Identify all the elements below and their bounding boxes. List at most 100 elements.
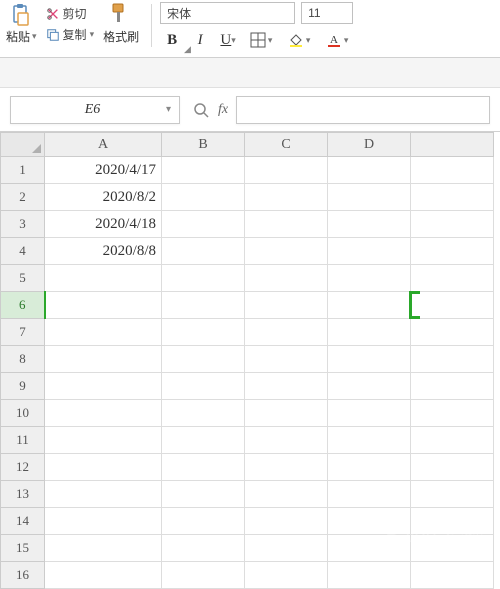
row-header[interactable]: 2 <box>1 184 45 211</box>
cell[interactable] <box>328 238 411 265</box>
cell[interactable] <box>162 319 245 346</box>
cell[interactable] <box>245 400 328 427</box>
cell[interactable] <box>328 211 411 238</box>
row-header[interactable]: 5 <box>1 265 45 292</box>
row-header[interactable]: 16 <box>1 562 45 589</box>
cell[interactable] <box>245 238 328 265</box>
cell[interactable] <box>45 265 162 292</box>
cell[interactable] <box>162 346 245 373</box>
cell[interactable] <box>328 508 411 535</box>
cell[interactable] <box>411 346 494 373</box>
cell[interactable] <box>328 292 411 319</box>
cell[interactable]: 2020/4/18 <box>45 211 162 238</box>
row-header[interactable]: 10 <box>1 400 45 427</box>
cell[interactable] <box>328 157 411 184</box>
cell[interactable]: 2020/4/17 <box>45 157 162 184</box>
font-name-combo[interactable]: 宋体 <box>160 2 295 24</box>
cell[interactable] <box>245 319 328 346</box>
cell[interactable] <box>45 508 162 535</box>
row-header[interactable]: 6 <box>1 292 45 319</box>
column-header[interactable]: C <box>245 133 328 157</box>
underline-button[interactable]: U▾ <box>216 28 240 52</box>
cell[interactable] <box>162 157 245 184</box>
format-painter-button[interactable]: 格式刷 <box>99 2 143 45</box>
cell[interactable] <box>162 238 245 265</box>
cell[interactable] <box>411 427 494 454</box>
cell[interactable] <box>411 157 494 184</box>
cell[interactable] <box>45 292 162 319</box>
row-header[interactable]: 14 <box>1 508 45 535</box>
cell[interactable] <box>45 400 162 427</box>
cell[interactable] <box>245 373 328 400</box>
dialog-launcher[interactable]: ◢ <box>184 44 191 55</box>
cell[interactable] <box>162 427 245 454</box>
formula-input[interactable] <box>236 96 490 124</box>
column-header[interactable]: A <box>45 133 162 157</box>
cell[interactable] <box>45 481 162 508</box>
cell[interactable] <box>162 400 245 427</box>
italic-button[interactable]: I <box>188 28 212 52</box>
cell[interactable] <box>162 211 245 238</box>
cell[interactable]: 2020/8/8 <box>45 238 162 265</box>
borders-button[interactable]: ▾ <box>244 28 278 52</box>
cell[interactable] <box>328 373 411 400</box>
cell[interactable] <box>411 454 494 481</box>
fill-color-button[interactable]: ▾ <box>282 28 316 52</box>
spreadsheet-grid[interactable]: A B C D 12020/4/1722020/8/232020/4/18420… <box>0 132 500 589</box>
column-header[interactable]: B <box>162 133 245 157</box>
cell[interactable] <box>45 346 162 373</box>
cell[interactable] <box>328 427 411 454</box>
cell[interactable] <box>162 481 245 508</box>
cell[interactable] <box>328 535 411 562</box>
column-header[interactable]: D <box>328 133 411 157</box>
row-header[interactable]: 1 <box>1 157 45 184</box>
cell[interactable] <box>45 373 162 400</box>
cell[interactable] <box>411 184 494 211</box>
row-header[interactable]: 3 <box>1 211 45 238</box>
cell[interactable] <box>328 265 411 292</box>
cell[interactable] <box>411 238 494 265</box>
cell[interactable] <box>245 157 328 184</box>
row-header[interactable]: 7 <box>1 319 45 346</box>
copy-button[interactable]: 复制 ▾ <box>43 25 98 44</box>
row-header[interactable]: 15 <box>1 535 45 562</box>
cell[interactable] <box>45 427 162 454</box>
cell[interactable] <box>245 508 328 535</box>
select-all-corner[interactable] <box>1 133 45 157</box>
cell[interactable] <box>245 481 328 508</box>
row-header[interactable]: 13 <box>1 481 45 508</box>
cell[interactable] <box>45 454 162 481</box>
cell[interactable] <box>328 346 411 373</box>
row-header[interactable]: 11 <box>1 427 45 454</box>
zoom-icon[interactable] <box>192 101 210 119</box>
bold-button[interactable]: B <box>160 28 184 52</box>
cell[interactable]: 2020/8/2 <box>45 184 162 211</box>
cell[interactable] <box>162 535 245 562</box>
column-header[interactable] <box>411 133 494 157</box>
fx-label[interactable]: fx <box>218 102 228 118</box>
cell[interactable] <box>245 454 328 481</box>
row-header[interactable]: 4 <box>1 238 45 265</box>
cell[interactable] <box>162 292 245 319</box>
cell[interactable] <box>45 319 162 346</box>
cell[interactable] <box>328 481 411 508</box>
cell[interactable] <box>162 562 245 589</box>
cell[interactable] <box>411 319 494 346</box>
cell[interactable] <box>328 562 411 589</box>
font-size-combo[interactable]: 11 <box>301 2 353 24</box>
cell[interactable] <box>245 211 328 238</box>
cell[interactable] <box>45 535 162 562</box>
cell[interactable] <box>328 454 411 481</box>
cell[interactable] <box>162 454 245 481</box>
cell[interactable] <box>411 481 494 508</box>
font-color-button[interactable]: A ▾ <box>320 28 354 52</box>
cell[interactable] <box>245 184 328 211</box>
cell[interactable] <box>411 373 494 400</box>
cut-button[interactable]: 剪切 <box>43 4 98 23</box>
cell[interactable] <box>411 400 494 427</box>
cell[interactable] <box>328 184 411 211</box>
cell[interactable] <box>245 346 328 373</box>
cell[interactable] <box>162 508 245 535</box>
cell[interactable] <box>411 508 494 535</box>
paste-button[interactable]: 粘贴 ▾ <box>6 2 41 45</box>
